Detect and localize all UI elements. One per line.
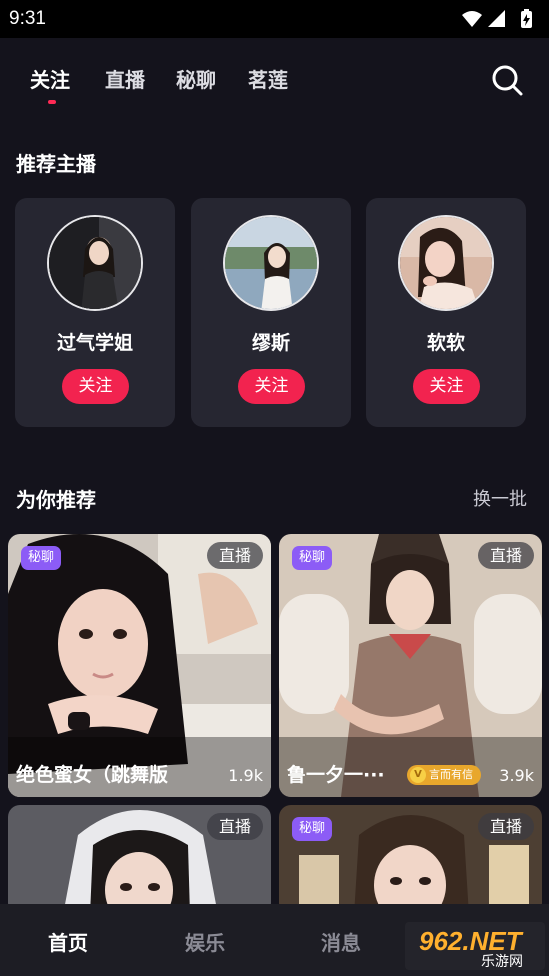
status-bar: 9:31 bbox=[0, 0, 549, 38]
active-tab-indicator bbox=[48, 100, 56, 104]
battery-icon bbox=[521, 9, 532, 28]
nav-entertainment[interactable]: 娱乐 bbox=[185, 927, 225, 956]
trust-tag-label: 言而有信 bbox=[429, 768, 473, 781]
avatar[interactable] bbox=[398, 215, 494, 311]
avatar[interactable] bbox=[47, 215, 143, 311]
recommend-card[interactable]: 秘聊 直播 绝色蜜女（跳舞版 1.9k bbox=[8, 534, 271, 797]
trust-tag: V 言而有信 bbox=[407, 765, 481, 785]
anchor-name: 过气学姐 bbox=[56, 332, 133, 354]
recommend-card[interactable]: 秘聊 直播 bbox=[279, 805, 542, 915]
avatar[interactable] bbox=[223, 215, 319, 311]
stream-cover-image bbox=[279, 534, 542, 797]
viewer-count: 1.9k bbox=[228, 766, 263, 785]
live-badge: 直播 bbox=[478, 542, 534, 569]
top-tab-bar: 关注 直播 秘聊 茗莲 bbox=[0, 60, 549, 100]
search-icon[interactable] bbox=[490, 63, 524, 97]
nav-messages[interactable]: 消息 bbox=[321, 927, 361, 956]
secret-chat-badge: 秘聊 bbox=[292, 546, 333, 570]
recommend-card[interactable]: 直播 bbox=[8, 805, 271, 915]
follow-button[interactable]: 关注 bbox=[413, 369, 480, 404]
anchor-card[interactable]: 过气学姐 关注 bbox=[15, 198, 175, 427]
card-title: 鲁一夕一··· bbox=[287, 764, 385, 786]
watermark-logo: 962.NET 乐游网 bbox=[405, 922, 545, 970]
status-icons bbox=[462, 9, 532, 28]
verified-icon: V bbox=[410, 767, 426, 783]
recommended-anchors-title: 推荐主播 bbox=[16, 152, 96, 176]
anchor-card[interactable]: 缪斯 关注 bbox=[191, 198, 351, 427]
tab-follow[interactable]: 关注 bbox=[30, 64, 70, 93]
nav-home[interactable]: 首页 bbox=[48, 927, 88, 956]
wifi-icon bbox=[462, 11, 482, 27]
stream-cover-image bbox=[8, 534, 271, 797]
tab-secret-chat[interactable]: 秘聊 bbox=[176, 64, 216, 93]
refresh-button[interactable]: 换一批 bbox=[473, 485, 527, 511]
tab-minglian[interactable]: 茗莲 bbox=[248, 64, 288, 93]
signal-icon bbox=[488, 10, 505, 27]
secret-chat-badge: 秘聊 bbox=[21, 546, 62, 570]
anchor-name: 软软 bbox=[426, 332, 465, 354]
secret-chat-badge: 秘聊 bbox=[292, 817, 333, 841]
watermark-subtext: 乐游网 bbox=[481, 954, 523, 970]
status-time: 9:31 bbox=[9, 8, 46, 29]
follow-button[interactable]: 关注 bbox=[62, 369, 129, 404]
anchor-card[interactable]: 软软 关注 bbox=[366, 198, 526, 427]
recommend-card[interactable]: 秘聊 直播 鲁一夕一··· V 言而有信 3.9k bbox=[279, 534, 542, 797]
live-badge: 直播 bbox=[207, 542, 263, 569]
for-you-title: 为你推荐 bbox=[16, 488, 96, 512]
viewer-count: 3.9k bbox=[499, 766, 534, 785]
tab-live[interactable]: 直播 bbox=[105, 64, 145, 93]
live-badge: 直播 bbox=[207, 813, 263, 840]
follow-button[interactable]: 关注 bbox=[238, 369, 305, 404]
card-title: 绝色蜜女（跳舞版 bbox=[16, 764, 169, 786]
live-badge: 直播 bbox=[478, 813, 534, 840]
watermark-text: 962.NET bbox=[419, 926, 524, 956]
anchor-name: 缪斯 bbox=[251, 332, 290, 354]
